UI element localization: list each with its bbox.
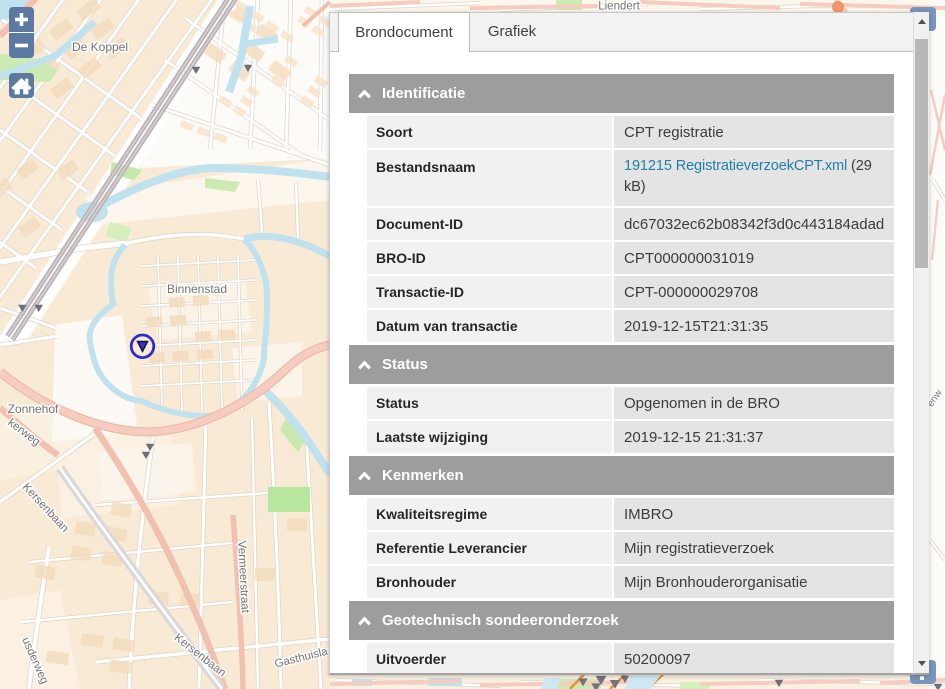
svg-text:Binnenstad: Binnenstad — [167, 282, 227, 296]
svg-text:Liendert: Liendert — [598, 1, 640, 13]
svg-text:Zonnehof: Zonnehof — [8, 402, 59, 416]
svg-text:De Koppel: De Koppel — [72, 40, 128, 54]
